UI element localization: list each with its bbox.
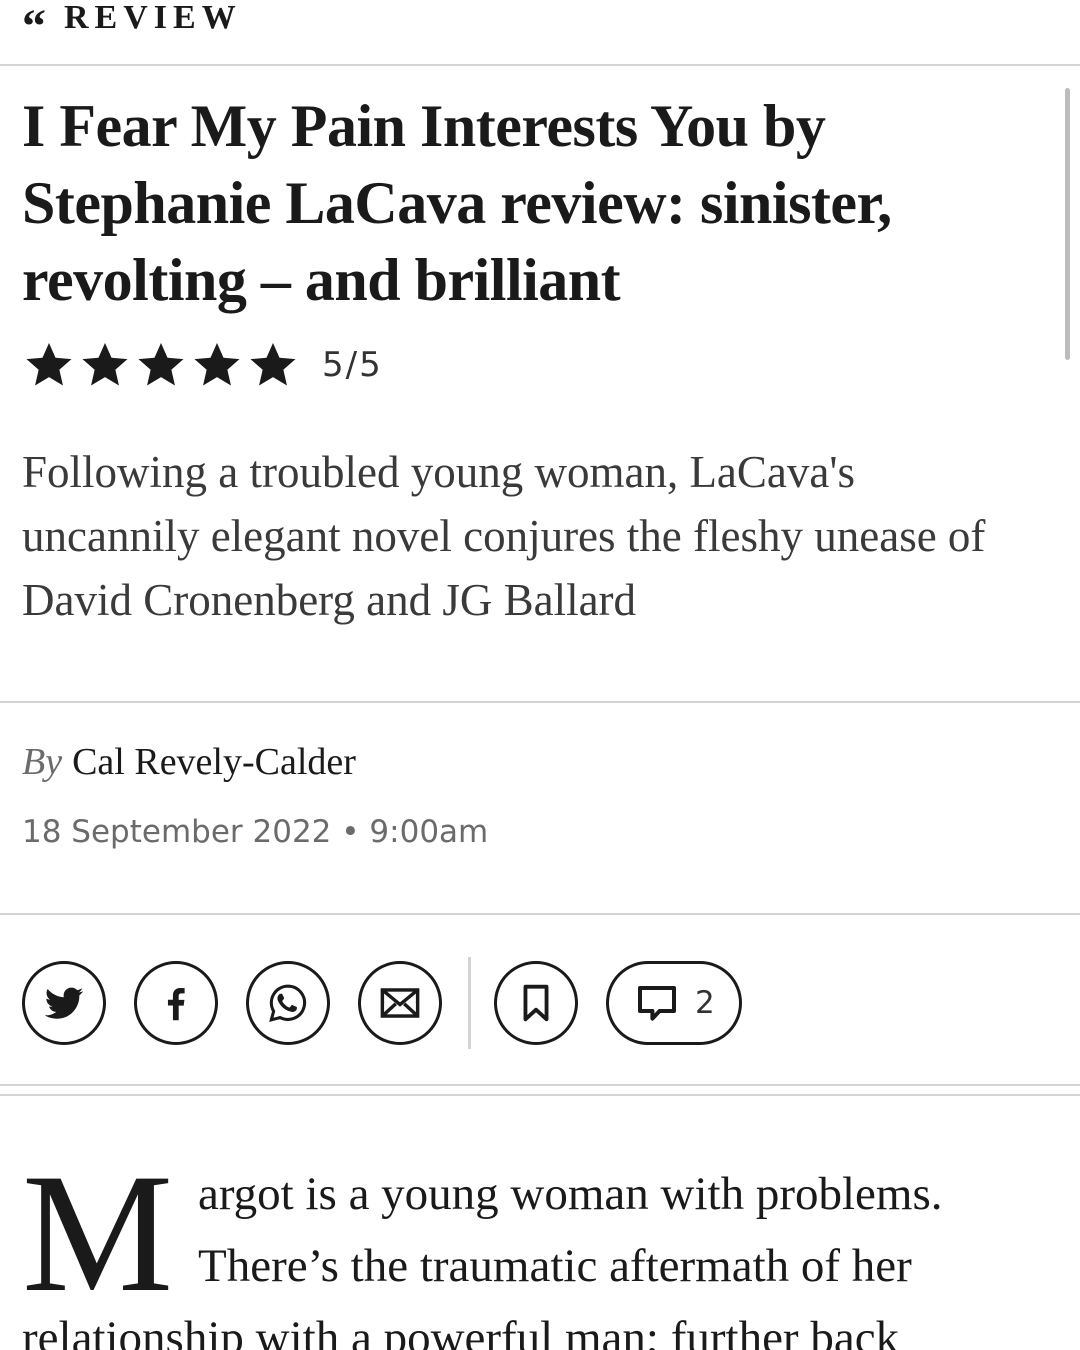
article-standfirst: Following a troubled young woman, LaCava… bbox=[22, 447, 986, 625]
star-icon bbox=[250, 342, 296, 386]
article-body: M argot is a young woman with problems. … bbox=[22, 1158, 1062, 1350]
share-twitter-button[interactable] bbox=[22, 961, 106, 1045]
bookmark-icon bbox=[523, 984, 549, 1022]
twitter-icon bbox=[44, 987, 84, 1019]
share-email-button[interactable] bbox=[358, 961, 442, 1045]
quote-icon: “ bbox=[22, 0, 46, 53]
divider bbox=[0, 701, 1080, 703]
section-label: “ REVIEW bbox=[22, 0, 242, 51]
body-line: relationship with a powerful man; furthe… bbox=[22, 1312, 900, 1350]
comments-button[interactable]: 2 bbox=[606, 961, 742, 1045]
drop-cap: M bbox=[22, 1158, 174, 1327]
divider bbox=[0, 913, 1080, 915]
star-icon bbox=[26, 342, 72, 386]
share-facebook-button[interactable] bbox=[134, 961, 218, 1045]
body-line: There’s the traumatic aftermath of her bbox=[198, 1240, 912, 1292]
stars bbox=[22, 338, 300, 392]
divider bbox=[0, 1084, 1080, 1086]
rating-text: 5/5 bbox=[322, 345, 383, 385]
date-text: 18 September 2022 bbox=[22, 814, 332, 850]
date-separator: • bbox=[341, 814, 360, 850]
whatsapp-icon bbox=[269, 984, 307, 1023]
star-rating: 5/5 bbox=[22, 338, 383, 392]
time-text: 9:00am bbox=[369, 814, 489, 850]
star-icon bbox=[194, 342, 240, 386]
star-icon bbox=[82, 342, 128, 386]
body-line: argot is a young woman with problems. bbox=[198, 1168, 943, 1220]
share-bar: 2 bbox=[22, 957, 742, 1049]
scrollbar[interactable] bbox=[1065, 88, 1070, 360]
share-divider bbox=[468, 957, 471, 1049]
publish-date: 18 September 2022 • 9:00am bbox=[22, 814, 488, 850]
divider bbox=[0, 64, 1080, 66]
article-headline: I Fear My Pain Interests You by Stephani… bbox=[22, 93, 892, 313]
author-name[interactable]: Cal Revely-Calder bbox=[72, 741, 356, 783]
section-label-text: REVIEW bbox=[64, 0, 242, 36]
facebook-icon bbox=[167, 988, 185, 1021]
byline-prefix: By bbox=[22, 741, 63, 783]
comment-icon bbox=[638, 986, 676, 1021]
email-icon bbox=[380, 988, 420, 1018]
byline: By Cal Revely-Calder bbox=[22, 740, 356, 784]
share-whatsapp-button[interactable] bbox=[246, 961, 330, 1045]
bookmark-button[interactable] bbox=[494, 961, 578, 1045]
comment-count: 2 bbox=[695, 985, 715, 1021]
divider bbox=[0, 1094, 1080, 1096]
star-icon bbox=[138, 342, 184, 386]
